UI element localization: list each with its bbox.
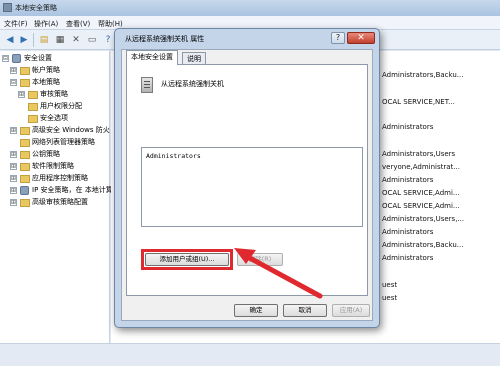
tab-local-security-setting[interactable]: 本地安全设置	[126, 50, 178, 65]
annotation-arrow-icon	[234, 248, 323, 299]
